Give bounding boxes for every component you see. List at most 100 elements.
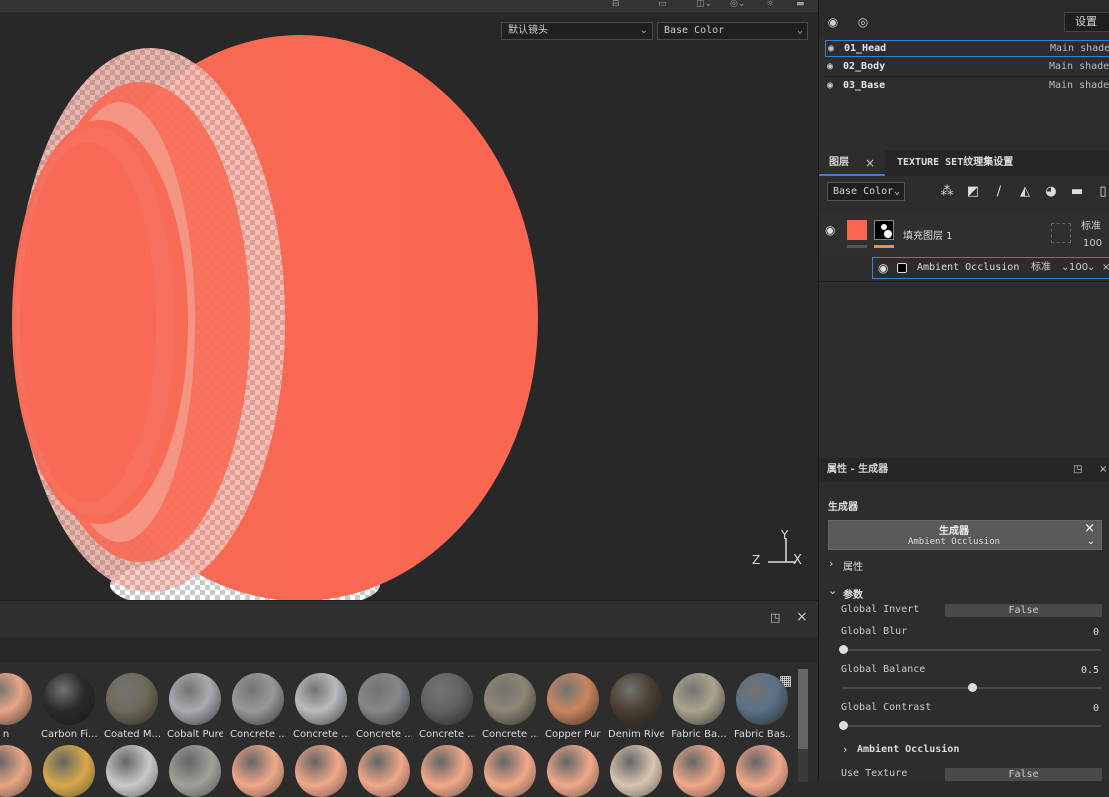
eye-icon[interactable]: ◉: [827, 78, 841, 93]
eye-icon[interactable]: ◉: [878, 258, 888, 278]
eye-icon[interactable]: ◉: [827, 59, 841, 74]
divider: [819, 281, 1109, 282]
material-preview[interactable]: [421, 745, 473, 797]
material-preview[interactable]: [358, 745, 410, 797]
material-thumbnail[interactable]: Concrete ...: [293, 673, 349, 740]
material-thumbnail[interactable]: Copper Pure: [545, 673, 601, 740]
use-texture-toggle[interactable]: False: [945, 768, 1102, 781]
material-preview: [421, 673, 473, 725]
slider-handle[interactable]: [839, 645, 848, 654]
chevron-right-icon[interactable]: ›: [843, 743, 847, 756]
generator-picker[interactable]: 生成器 Ambient Occlusion × ⌄: [828, 520, 1102, 550]
fill-layer-row[interactable]: ◉ 填充图层 1 标准 100: [819, 213, 1109, 255]
chevron-down-icon: ⌄: [893, 186, 900, 197]
texture-set-row[interactable]: ◉ 02_Body Main shader: [825, 59, 1109, 76]
camera-icon[interactable]: ⊟: [612, 0, 620, 9]
eye-icon[interactable]: ◎: [855, 14, 871, 30]
chevron-down-icon[interactable]: ⌄: [828, 584, 837, 597]
float-panel-icon[interactable]: ◳: [770, 611, 780, 624]
material-thumbnail[interactable]: Fabric Bas...: [734, 673, 790, 740]
tab-layers-label: 图层: [829, 157, 849, 168]
texture-set-row[interactable]: ◉ 01_Head Main shader: [825, 40, 1109, 57]
display-icon[interactable]: ◎⌄: [730, 0, 745, 9]
global-invert-toggle[interactable]: False: [945, 604, 1102, 617]
material-label: Coated M...: [104, 729, 160, 740]
slider-handle[interactable]: [968, 683, 977, 692]
layer-blend-mode[interactable]: 标准: [1081, 217, 1101, 232]
tab-layers[interactable]: 图层: [819, 150, 885, 176]
material-preview[interactable]: [736, 745, 788, 797]
material-thumbnail[interactable]: n: [0, 673, 34, 740]
magic-wand-icon[interactable]: ⁂: [939, 184, 955, 200]
material-preview: [484, 673, 536, 725]
material-preview: [232, 673, 284, 725]
delete-icon[interactable]: ▯: [1095, 184, 1109, 200]
viewport-channel-select[interactable]: Base Color ⌄: [657, 22, 808, 40]
material-preview[interactable]: [295, 745, 347, 797]
material-preview[interactable]: [610, 745, 662, 797]
parameters-group[interactable]: 参数: [843, 586, 863, 601]
global-balance-value[interactable]: 0.5: [1059, 665, 1099, 676]
mask-icon[interactable]: ◩: [965, 184, 981, 200]
tab-texture-settings[interactable]: TEXTURE SET纹理集设置: [887, 150, 1037, 176]
ao-group[interactable]: Ambient Occlusion: [857, 744, 959, 755]
light-icon[interactable]: ☼: [766, 0, 774, 9]
material-preview[interactable]: [106, 745, 158, 797]
material-thumbnail[interactable]: Concrete ...: [482, 673, 538, 740]
eye-icon[interactable]: ◉: [825, 223, 835, 237]
eye-toggle-all-icon[interactable]: ◉: [825, 14, 841, 30]
scrollbar[interactable]: [798, 669, 808, 782]
chevron-down-icon[interactable]: ⌄: [1087, 536, 1095, 547]
settings-button[interactable]: 设置: [1064, 12, 1109, 32]
material-thumbnail[interactable]: Denim Rivet: [608, 673, 664, 740]
material-preview: [610, 673, 662, 725]
chevron-right-icon[interactable]: ›: [829, 557, 833, 570]
material-thumbnail[interactable]: Concrete ...: [356, 673, 412, 740]
material-thumbnail[interactable]: Coated M...: [104, 673, 160, 740]
camera-select[interactable]: 默认镜头 ⌄: [501, 22, 653, 40]
eye-icon[interactable]: ◉: [828, 41, 842, 56]
global-contrast-value[interactable]: 0: [1059, 703, 1099, 714]
close-icon[interactable]: ×: [796, 609, 808, 625]
fill-bucket-icon[interactable]: ◭: [1017, 184, 1033, 200]
smart-material-icon[interactable]: ◕: [1043, 184, 1059, 200]
material-thumbnail[interactable]: Cobalt Pure: [167, 673, 223, 740]
folder-icon[interactable]: ▬: [1069, 184, 1085, 200]
brush-icon[interactable]: ∕: [991, 184, 1007, 200]
layer-opacity[interactable]: 100: [1083, 238, 1102, 249]
material-preview[interactable]: [169, 745, 221, 797]
material-preview[interactable]: [0, 745, 32, 797]
close-icon[interactable]: ×: [865, 150, 875, 176]
global-blur-slider[interactable]: [843, 649, 1101, 651]
settings-label: 设置: [1075, 15, 1097, 28]
view-icon[interactable]: ◫⌄: [696, 0, 712, 9]
material-label: Fabric Ba...: [671, 729, 727, 740]
slider-handle[interactable]: [839, 721, 848, 730]
material-thumbnail[interactable]: Concrete ...: [230, 673, 286, 740]
close-icon[interactable]: ×: [1102, 258, 1109, 278]
material-preview[interactable]: [547, 745, 599, 797]
effect-row[interactable]: ◉ Ambient Occlusion 标准 ⌄ 100 ⌄ ×: [872, 257, 1109, 279]
material-preview[interactable]: [484, 745, 536, 797]
material-thumbnail[interactable]: Carbon Fi...: [41, 673, 97, 740]
close-icon[interactable]: ×: [1084, 521, 1095, 536]
layer-channel-select[interactable]: Base Color ⌄: [827, 182, 905, 201]
material-preview[interactable]: [232, 745, 284, 797]
material-preview[interactable]: [43, 745, 95, 797]
material-preview[interactable]: [673, 745, 725, 797]
material-thumbnail[interactable]: Fabric Ba...: [671, 673, 727, 740]
viewport-3d[interactable]: ⊟ ▭ ◫⌄ ◎⌄ ☼ ▬ 默认镜头 ⌄ Base Color ⌄ Y Z X: [0, 0, 818, 600]
close-icon[interactable]: ×: [1099, 458, 1107, 482]
effect-blend-mode[interactable]: 标准: [1031, 258, 1051, 278]
global-blur-value[interactable]: 0: [1059, 627, 1099, 638]
material-preview: [106, 673, 158, 725]
render-icon[interactable]: ▭: [658, 0, 667, 9]
attributes-group[interactable]: 属性: [843, 558, 863, 573]
float-panel-icon[interactable]: ◳: [1073, 458, 1082, 482]
effect-opacity[interactable]: 100: [1069, 258, 1088, 278]
screen-icon[interactable]: ▬: [796, 0, 805, 9]
material-thumbnail[interactable]: Concrete ...: [419, 673, 475, 740]
global-contrast-slider[interactable]: [843, 725, 1101, 727]
texture-set-row[interactable]: ◉ 03_Base Main shader: [825, 78, 1109, 95]
generator-icon: [897, 263, 907, 273]
